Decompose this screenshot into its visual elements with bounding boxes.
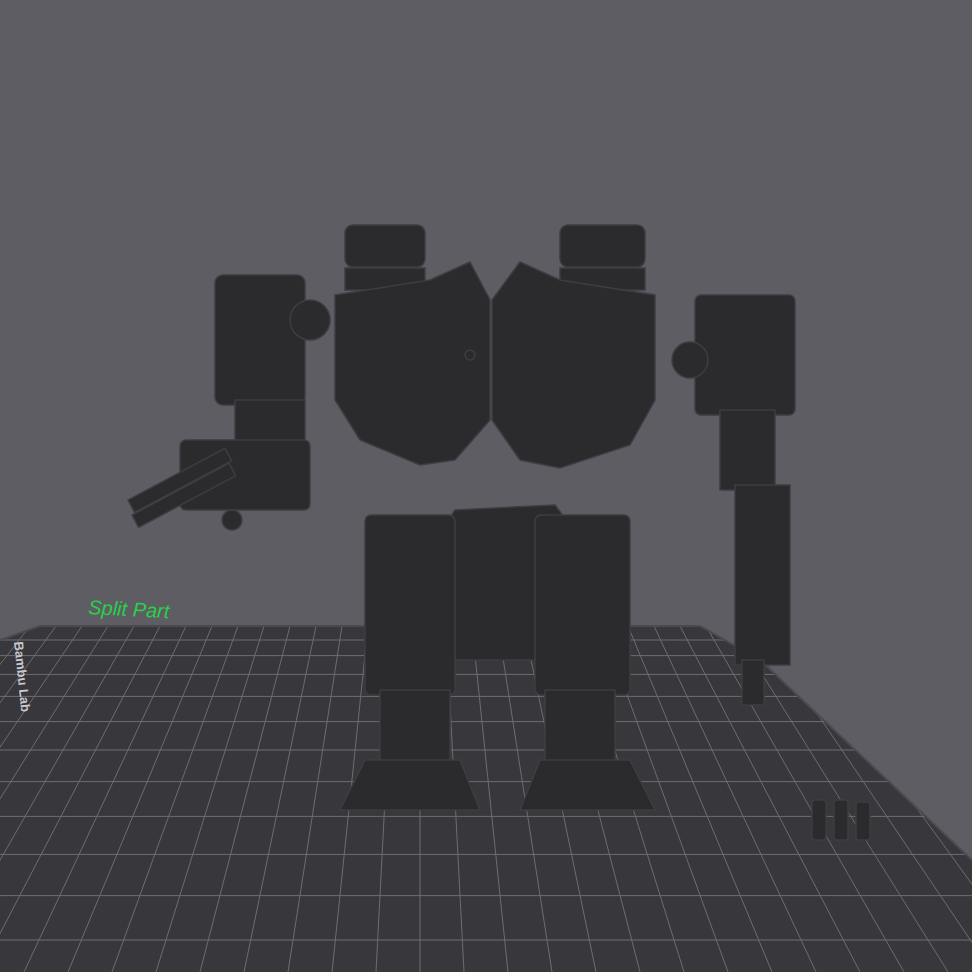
right-arm-part[interactable] bbox=[672, 295, 795, 705]
connector-pegs[interactable] bbox=[812, 800, 870, 840]
legs-part[interactable] bbox=[340, 505, 655, 810]
scene[interactable]: Split Part Bambu Lab bbox=[0, 0, 972, 972]
left-arm-part[interactable] bbox=[128, 275, 330, 530]
plate-label[interactable]: Split Part bbox=[88, 596, 172, 622]
viewport[interactable]: Split Part Bambu Lab bbox=[0, 0, 972, 972]
bed-brand: Bambu Lab bbox=[11, 641, 33, 713]
right-torso-part[interactable] bbox=[492, 225, 655, 468]
left-torso-part[interactable] bbox=[335, 225, 490, 465]
build-plate bbox=[0, 626, 972, 972]
